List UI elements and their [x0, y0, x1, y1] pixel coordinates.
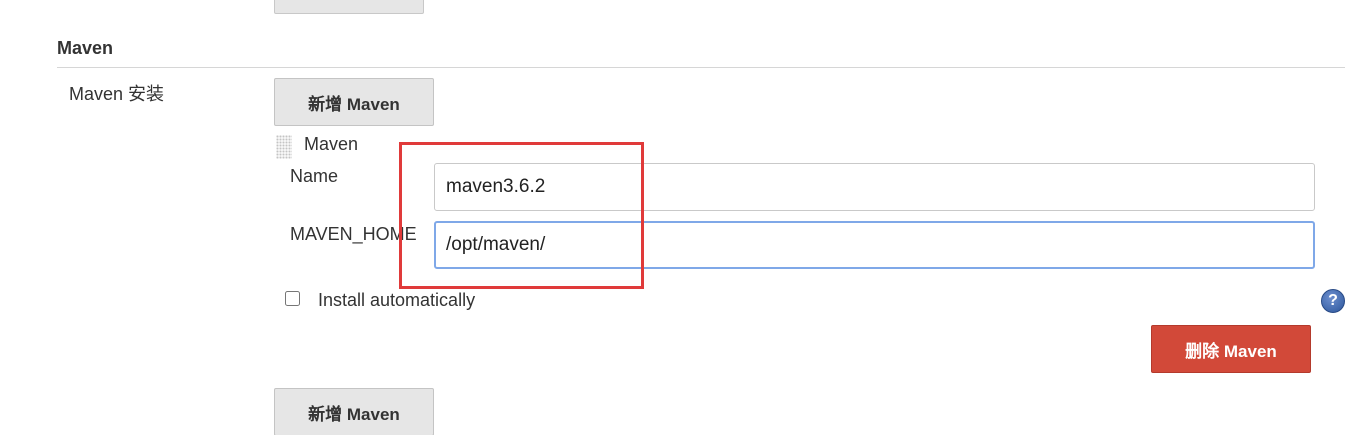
maven-home-field-label: MAVEN_HOME	[290, 224, 417, 244]
maven-home-input[interactable]	[434, 221, 1315, 269]
drag-handle-icon[interactable]	[276, 135, 292, 159]
install-automatically-label: Install automatically	[318, 290, 476, 310]
add-maven-button-bottom[interactable]: 新增 Maven	[274, 388, 434, 435]
section-divider	[57, 67, 1345, 68]
install-automatically-checkbox[interactable]	[285, 291, 300, 306]
install-automatically-row: Install automatically	[285, 288, 476, 310]
section-title: Maven	[57, 38, 114, 58]
installation-header: Maven	[304, 134, 359, 154]
previous-section-button[interactable]	[274, 0, 424, 14]
add-maven-button-top[interactable]: 新增 Maven	[274, 78, 434, 126]
help-icon[interactable]: ?	[1321, 289, 1345, 313]
name-field-label: Name	[290, 166, 339, 186]
maven-config-page: Maven Maven 安装 新增 Maven Maven Name MAVEN…	[0, 0, 1345, 435]
maven-installations-label: Maven 安装	[69, 84, 165, 104]
delete-maven-button[interactable]: 删除 Maven	[1151, 325, 1311, 373]
name-input[interactable]	[434, 163, 1315, 211]
